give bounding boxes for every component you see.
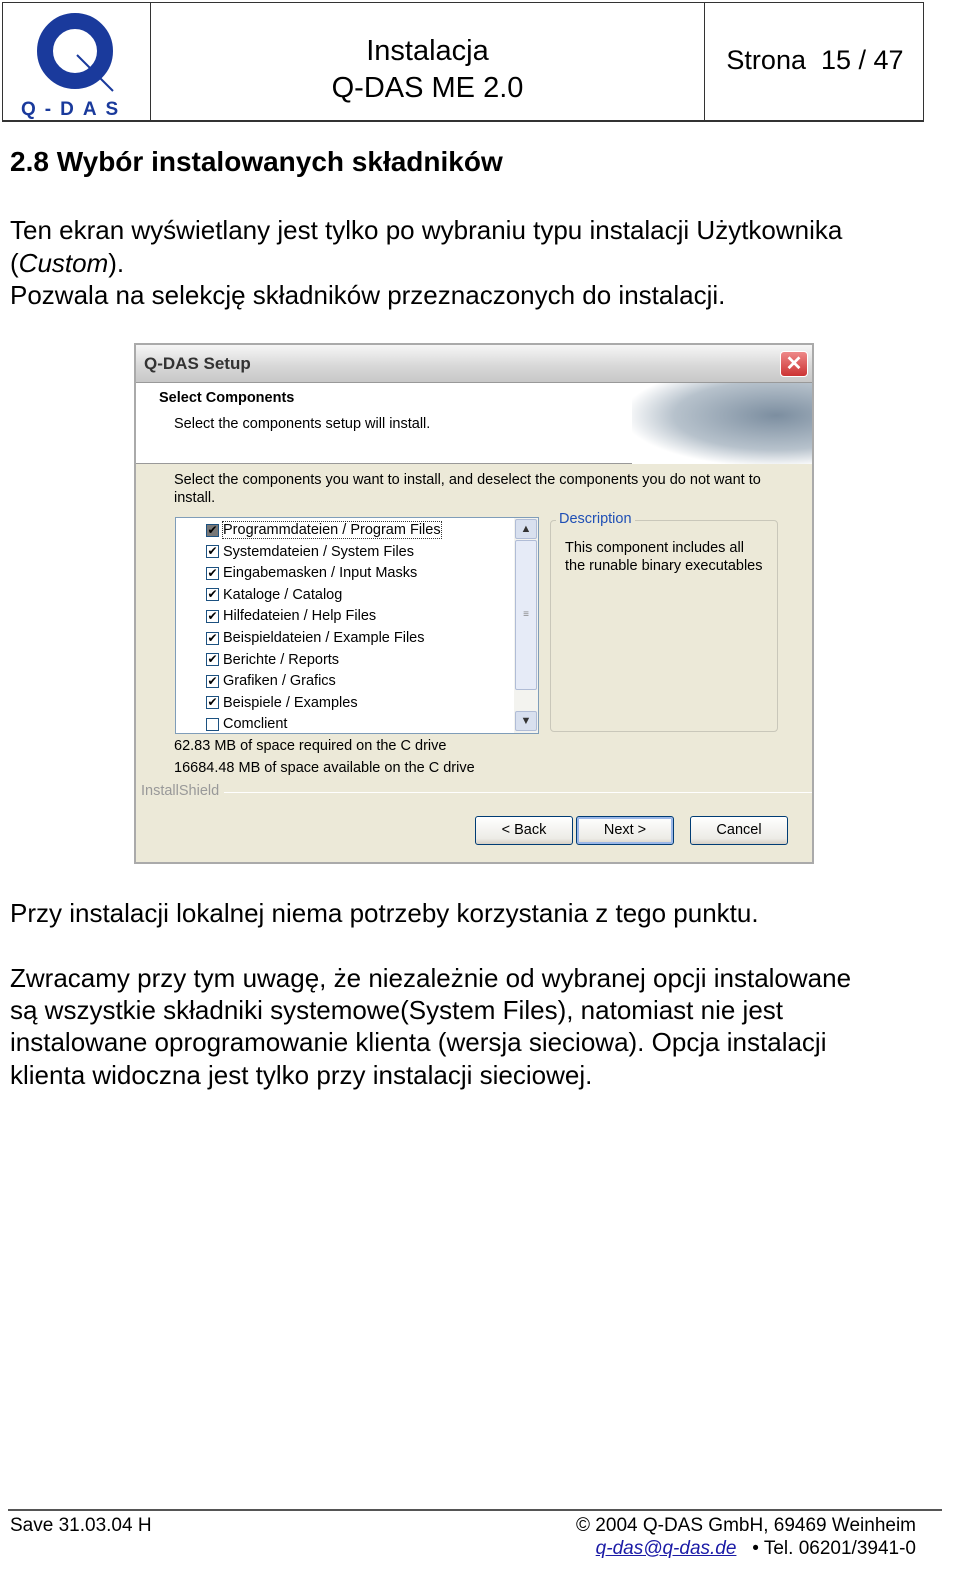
title-line-1: Instalacja [366,35,489,67]
component-item[interactable]: ✔ Kataloge / Catalog [206,585,342,607]
document-title: Instalacja Q-DAS ME 2.0 [151,3,705,120]
component-label: Berichte / Reports [223,651,340,668]
custom-emphasis: Custom [18,248,109,278]
para-line-1: Zwracamy przy tym uwagę, że niezależnie … [10,963,852,993]
intro-line-1: Ten ekran wyświetlany jest tylko po wybr… [10,215,843,245]
component-item[interactable]: ✔ Beispieldateien / Example Files [206,628,425,650]
divider [224,792,812,793]
svg-text:Q-DAS: Q-DAS [21,99,127,120]
dialog-subheading: Select the components setup will install… [174,416,431,432]
para-line-2: są wszystkie składniki systemowe(System … [10,995,784,1025]
description-label: Description [556,511,635,527]
component-item[interactable]: Comclient [206,714,287,736]
scroll-up-icon[interactable]: ▲ [515,519,537,539]
footer-save: Save 31.03.04 H [10,1515,152,1536]
space-available: 16684.48 MB of space available on the C … [174,760,475,776]
qdas-logo-icon: Q-DAS [21,13,127,120]
installshield-label: InstallShield [141,783,220,799]
checkbox[interactable]: ✔ [206,523,219,537]
scrollbar[interactable]: ▲ ≡ ▼ [514,518,538,733]
page-value: 15 / 47 [821,45,904,75]
component-label: Comclient [223,716,288,733]
logo: Q-DAS [3,3,151,120]
para-line-4: klienta widoczna jest tylko przy instala… [10,1060,593,1090]
page-number: Strona 15 / 47 [705,3,925,120]
checkbox[interactable]: ✔ [206,566,219,580]
checkbox[interactable]: ✔ [206,653,219,667]
scroll-down-icon[interactable]: ▼ [515,711,537,731]
paren-close: ). [108,248,125,278]
component-item[interactable]: ✔ Hilfedateien / Help Files [206,606,376,628]
space-required: 62.83 MB of space required on the C driv… [174,738,447,754]
cancel-button[interactable]: Cancel [690,816,788,845]
dialog-title: Q-DAS Setup [144,354,251,373]
footer-email-link[interactable]: q-das@q-das.de [596,1538,737,1559]
close-icon[interactable]: ✕ [780,351,808,377]
checkbox[interactable]: ✔ [206,588,219,602]
component-label: Beispiele / Examples [223,694,358,711]
component-label: Kataloge / Catalog [223,586,343,603]
intro-line-2: (Custom). [10,247,124,280]
checkbox[interactable]: ✔ [206,610,219,624]
component-item[interactable]: ✔ Grafiken / Grafics [206,671,336,693]
component-item[interactable]: ✔ Beispiele / Examples [206,693,358,715]
header-art [632,383,812,464]
intro-line-3: Pozwala na selekcję składników przeznacz… [10,280,726,310]
component-label: Programmdateien / Program Files [222,521,442,539]
scroll-thumb[interactable]: ≡ [515,540,537,690]
component-label: Systemdateien / System Files [223,543,414,560]
components-tree[interactable]: ✔ Programmdateien / Program Files ✔ Systemd… [175,517,539,734]
next-button[interactable]: Next > [576,816,674,845]
page-label: Strona [726,45,806,75]
instructions-line-2: install. [174,490,216,506]
checkbox[interactable] [206,718,219,732]
component-item[interactable]: ✔ Programmdateien / Program Files [206,520,442,542]
page-header: Q-DAS Instalacja Q-DAS ME 2.0 Strona 15 … [2,2,924,122]
checkbox[interactable]: ✔ [206,696,219,710]
section-heading: 2.8 Wybór instalowanych składników [10,146,503,177]
description-line-2: the runable binary executables [565,558,763,574]
component-item[interactable]: ✔ Systemdateien / System Files [206,542,414,564]
para-line-3: instalowane oprogramowanie klienta (wers… [10,1027,827,1057]
checkbox[interactable]: ✔ [206,631,219,645]
checkbox[interactable]: ✔ [206,674,219,688]
footer-tel: • Tel. 06201/3941-0 [752,1538,916,1559]
footer-divider [8,1509,942,1511]
title-line-2: Q-DAS ME 2.0 [331,72,524,104]
description-line-1: This component includes all [565,540,744,556]
component-item[interactable]: ✔ Berichte / Reports [206,650,339,672]
component-label: Grafiken / Grafics [223,673,336,690]
setup-dialog-screenshot: Q-DAS Setup ✕ Select Components Select t… [134,343,814,864]
component-label: Eingabemasken / Input Masks [223,565,418,582]
dialog-heading: Select Components [159,390,295,406]
checkbox[interactable]: ✔ [206,545,219,559]
footer-copyright: © 2004 Q-DAS GmbH, 69469 Weinheim [576,1515,916,1536]
back-button[interactable]: < Back [475,816,573,845]
component-item[interactable]: ✔ Eingabemasken / Input Masks [206,563,417,585]
component-label: Hilfedateien / Help Files [223,608,377,625]
note: Przy instalacji lokalnej niema potrzeby … [10,898,759,928]
instructions-line-1: Select the components you want to instal… [174,472,761,488]
paren-open: ( [10,248,19,278]
component-label: Beispieldateien / Example Files [223,630,425,646]
